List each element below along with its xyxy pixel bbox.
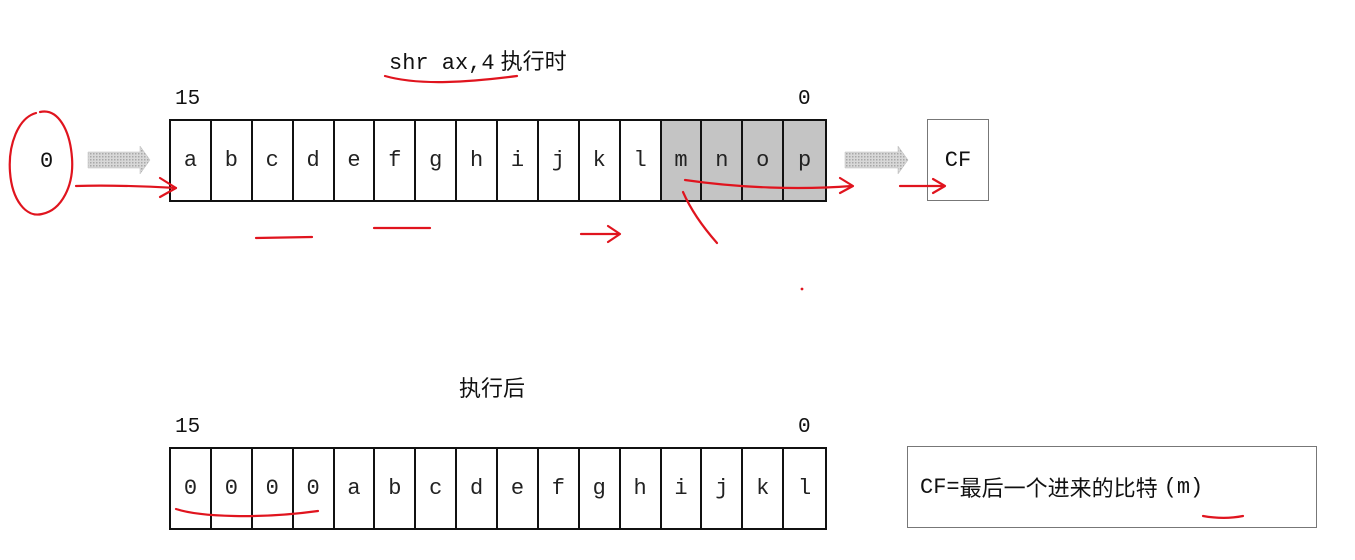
- register-after-bit-14: 0: [212, 449, 253, 528]
- register-after-bit-11: a: [335, 449, 376, 528]
- register-before-bit-7: i: [498, 121, 539, 200]
- register-before-bit-4: l: [621, 121, 662, 200]
- register-before-bit-9: g: [416, 121, 458, 200]
- arrow-into-register-mark: [74, 184, 178, 190]
- register-after-bit-4: h: [621, 449, 662, 528]
- register-after-bit-15: 0: [171, 449, 212, 528]
- register-after-bit-10: b: [375, 449, 417, 528]
- register-before-bit-5: k: [580, 121, 621, 200]
- register-after-bit-9: c: [416, 449, 458, 528]
- shift-out-arrow-icon: [844, 145, 909, 175]
- register-before-bit-3: m: [661, 121, 703, 200]
- register-before-bit-12: d: [294, 121, 335, 200]
- register-after-bit-13: 0: [253, 449, 294, 528]
- note-suffix: (m): [1163, 474, 1204, 500]
- register-before-bit-0: p: [784, 121, 825, 200]
- after-title: 执行后: [459, 377, 526, 402]
- bit-0-label-after: 0: [798, 416, 811, 439]
- instruction-title: shr ax,4 执行时: [389, 44, 567, 76]
- carry-flag-box: CF: [927, 119, 989, 201]
- executing-label: 执行时: [500, 50, 567, 75]
- register-before-bit-14: b: [212, 121, 253, 200]
- register-after: 0000abcdefghijkl: [169, 447, 827, 530]
- note-prefix: CF=: [920, 474, 960, 500]
- register-after-bit-7: e: [498, 449, 539, 528]
- code-underline-mark: [383, 74, 519, 84]
- register-before-bit-8: h: [457, 121, 498, 200]
- register-after-bit-0: l: [797, 476, 812, 501]
- instruction-code: shr ax,4: [389, 51, 495, 76]
- stray-dot-mark: [800, 287, 804, 291]
- shift-in-arrow-icon: [87, 145, 151, 175]
- register-before-bit-2: n: [702, 121, 744, 200]
- bit-15-label-before: 15: [175, 88, 201, 111]
- register-before-bit-13: c: [253, 121, 294, 200]
- register-after-bit-2: j: [702, 449, 744, 528]
- input-zero-bit: 0: [40, 149, 54, 174]
- register-after-bit-8: d: [457, 449, 498, 528]
- carry-flag-label: CF: [944, 147, 972, 173]
- register-before-bit-11: e: [335, 121, 376, 200]
- note-text: 最后一个进来的比特: [959, 477, 1158, 502]
- register-after-bit-12: 0: [294, 449, 335, 528]
- bit-0-label-before: 0: [798, 88, 811, 111]
- register-before-bit-15: a: [171, 121, 212, 200]
- underline-cd-mark: [254, 235, 314, 240]
- register-after-bit-6: f: [539, 449, 580, 528]
- register-after-bit-5: g: [580, 449, 621, 528]
- register-after-bit-1: k: [743, 449, 785, 528]
- carry-flag-note: CF= 最后一个进来的比特 (m): [907, 446, 1317, 528]
- bit-15-label-after: 15: [175, 416, 201, 439]
- register-before-bit-10: f: [375, 121, 417, 200]
- register-before-bit-6: j: [539, 121, 580, 200]
- register-before: abcdefghijklmnop: [169, 119, 827, 202]
- register-after-bit-3: i: [662, 449, 703, 528]
- register-before-bit-1: o: [743, 121, 785, 200]
